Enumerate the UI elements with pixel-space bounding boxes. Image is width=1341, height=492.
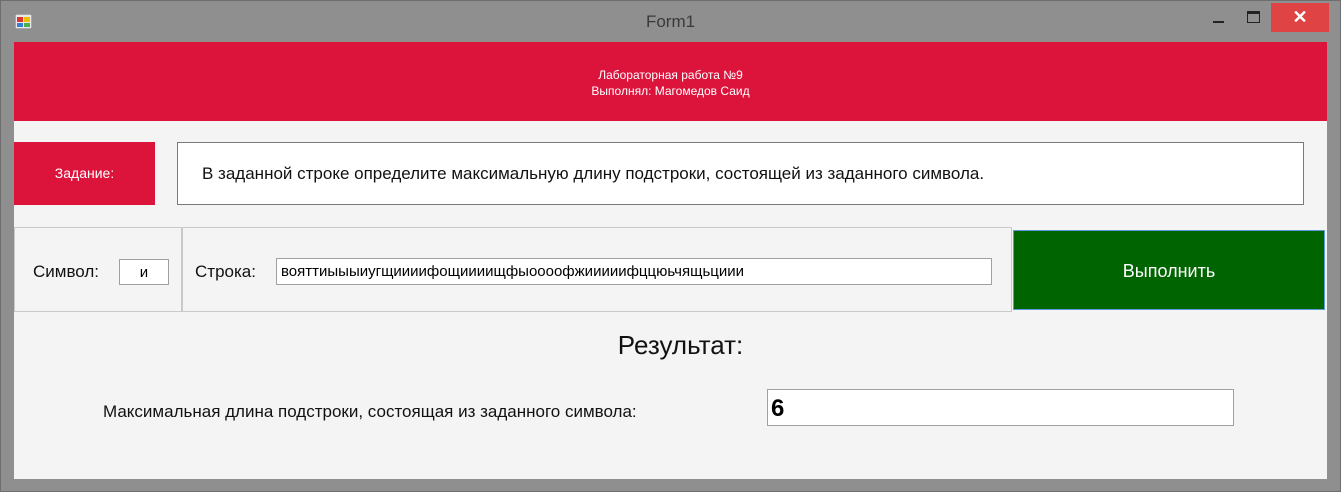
symbol-input[interactable] (119, 259, 169, 285)
task-description: В заданной строке определите максимальну… (177, 142, 1304, 205)
symbol-panel: Символ: (14, 227, 182, 312)
title-bar[interactable]: Form1 ✕ (1, 1, 1340, 41)
maximize-icon[interactable] (1239, 3, 1269, 31)
minimize-icon[interactable] (1204, 3, 1234, 31)
window-title: Form1 (645, 12, 696, 31)
task-label: Задание: (14, 142, 155, 205)
run-button[interactable]: Выполнить (1013, 230, 1325, 310)
string-input[interactable] (276, 258, 992, 285)
string-panel: Строка: (182, 227, 1012, 312)
close-icon[interactable]: ✕ (1271, 3, 1329, 32)
form-client-area: Лабораторная работа №9 Выполнял: Магомед… (14, 42, 1327, 479)
result-title: Результат: (617, 330, 744, 360)
header-line-author: Выполнял: Магомедов Саид (591, 84, 750, 98)
result-label: Максимальная длина подстроки, состоящая … (103, 402, 637, 421)
symbol-label: Символ: (33, 262, 100, 281)
header-banner: Лабораторная работа №9 Выполнял: Магомед… (14, 42, 1327, 121)
string-label: Строка: (195, 262, 256, 281)
header-line-lab: Лабораторная работа №9 (598, 68, 743, 82)
result-output[interactable]: 6 (767, 389, 1234, 426)
app-window: Form1 ✕ Лабораторная работа №9 Выполнял:… (0, 0, 1341, 492)
